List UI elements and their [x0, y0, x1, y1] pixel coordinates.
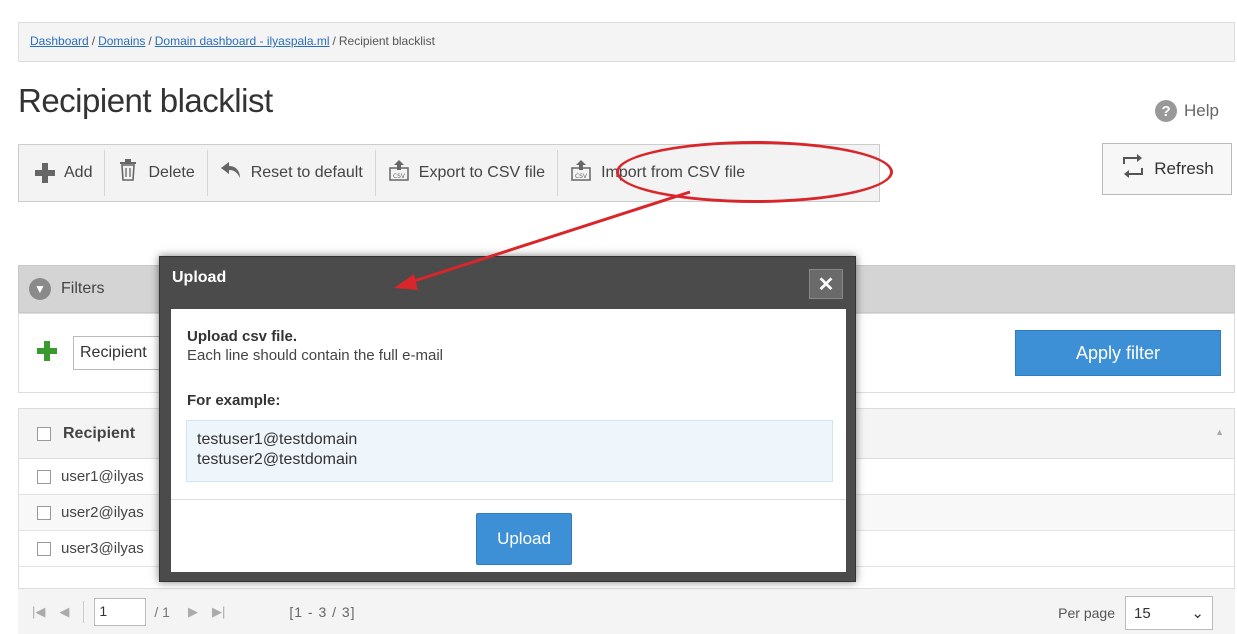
example-label: For example:	[187, 392, 281, 409]
reset-to-default-button[interactable]: Reset to default	[208, 150, 376, 196]
export-label: Export to CSV file	[418, 164, 546, 181]
csv-export-icon: CSV	[388, 159, 410, 187]
help-link[interactable]: ? Help	[1155, 100, 1219, 122]
add-label: Add	[64, 164, 93, 181]
help-label: Help	[1184, 101, 1219, 120]
breadcrumb-link-dashboard[interactable]: Dashboard	[30, 34, 89, 48]
help-icon: ?	[1155, 100, 1178, 122]
breadcrumb-link-domains[interactable]: Domains	[98, 34, 145, 48]
csv-import-icon: CSV	[570, 159, 592, 187]
upload-description: Each line should contain the full e-mail	[187, 347, 443, 364]
upload-dialog: Upload ✕ Upload csv file. Each line shou…	[159, 256, 856, 582]
filters-label: Filters	[61, 280, 105, 297]
refresh-icon	[1120, 153, 1146, 185]
breadcrumb-current: Recipient blacklist	[338, 34, 435, 48]
page-total: / 1	[154, 603, 170, 620]
breadcrumb-link-domain-dashboard[interactable]: Domain dashboard - ilyaspala.ml	[155, 34, 330, 48]
column-header-recipient[interactable]: Recipient	[63, 425, 135, 443]
refresh-button[interactable]: Refresh	[1102, 143, 1232, 195]
pager: |◀ ◀ 1 / 1 ▶ ▶| [1 - 3 / 3] Per page 15 …	[18, 588, 1235, 634]
toolbar: Add Delete Reset to default CSV Export t…	[18, 144, 880, 202]
export-csv-button[interactable]: CSV Export to CSV file	[376, 150, 559, 196]
dialog-divider	[171, 499, 846, 500]
import-label: Import from CSV file	[601, 164, 746, 181]
per-page-select[interactable]: 15 ⌄	[1125, 596, 1213, 630]
close-icon[interactable]: ✕	[809, 269, 843, 299]
chevron-down-icon: ▼	[29, 278, 51, 300]
row-recipient: user2@ilyas	[61, 504, 144, 521]
dialog-title: Upload	[172, 269, 227, 286]
delete-label: Delete	[148, 164, 195, 181]
upload-heading: Upload csv file.	[187, 328, 298, 345]
row-recipient: user1@ilyas	[61, 468, 144, 485]
add-filter-icon[interactable]	[37, 341, 57, 361]
import-csv-button[interactable]: CSV Import from CSV file	[558, 150, 757, 196]
breadcrumb: Dashboard / Domains / Domain dashboard - ily…	[18, 22, 1235, 62]
example-box: testuser1@testdomain testuser2@testdomai…	[186, 420, 833, 482]
refresh-label: Refresh	[1154, 159, 1214, 178]
next-page-icon[interactable]: ▶	[188, 604, 198, 620]
add-button[interactable]: Add	[23, 150, 106, 196]
breadcrumb-separator: /	[91, 34, 96, 48]
svg-text:CSV: CSV	[393, 173, 406, 180]
dialog-body: Upload csv file. Each line should contai…	[171, 309, 846, 572]
row-checkbox[interactable]	[37, 469, 51, 484]
example-line: testuser1@testdomain	[197, 431, 358, 448]
row-checkbox[interactable]	[37, 541, 51, 556]
pager-divider	[83, 600, 85, 623]
delete-button[interactable]: Delete	[105, 150, 208, 196]
sort-icon[interactable]: ▲	[1215, 427, 1224, 437]
first-page-icon[interactable]: |◀	[32, 604, 45, 620]
svg-text:CSV: CSV	[575, 173, 588, 180]
breadcrumb-separator: /	[332, 34, 336, 48]
per-page-value: 15	[1134, 604, 1151, 622]
select-all-checkbox[interactable]	[37, 426, 51, 441]
page-range: [1 - 3 / 3]	[289, 603, 356, 620]
upload-button[interactable]: Upload	[476, 513, 572, 565]
apply-filter-button[interactable]: Apply filter	[1015, 330, 1221, 376]
row-recipient: user3@ilyas	[61, 540, 144, 557]
page-number-input[interactable]: 1	[94, 597, 147, 626]
example-line: testuser2@testdomain	[197, 451, 358, 468]
chevron-down-icon: ⌄	[1191, 605, 1204, 622]
per-page-control: Per page 15 ⌄	[1058, 596, 1213, 630]
per-page-label: Per page	[1058, 605, 1115, 621]
prev-page-icon[interactable]: ◀	[59, 604, 69, 620]
plus-icon	[35, 163, 55, 183]
page-title: Recipient blacklist	[18, 82, 273, 119]
breadcrumb-separator: /	[148, 34, 152, 48]
trash-icon	[117, 159, 139, 187]
reset-label: Reset to default	[250, 164, 363, 181]
row-checkbox[interactable]	[37, 505, 51, 520]
undo-icon	[220, 161, 242, 185]
last-page-icon[interactable]: ▶|	[212, 604, 225, 620]
